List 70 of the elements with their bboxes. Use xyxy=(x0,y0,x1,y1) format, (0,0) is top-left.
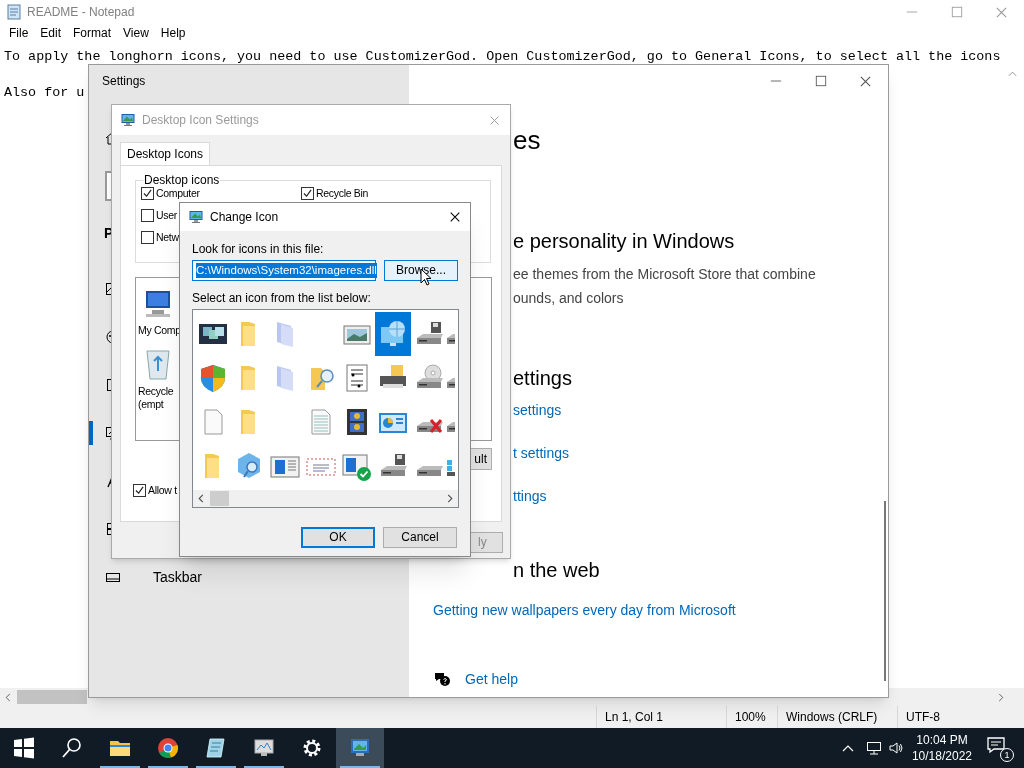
window-title: Settings xyxy=(102,73,146,90)
dialog-title: Desktop Icon Settings xyxy=(142,112,259,129)
ok-button[interactable]: OK xyxy=(301,527,375,548)
selected-icon-tile[interactable] xyxy=(375,312,411,356)
search-icon xyxy=(60,736,84,760)
menu-item[interactable]: File xyxy=(3,24,35,42)
clock-date: 10/18/2022 xyxy=(911,748,972,764)
field-label: Look for icons in this file: xyxy=(192,242,325,256)
scroll-left-icon xyxy=(5,692,11,702)
checkbox-label: Recycle Bin xyxy=(316,186,369,200)
dialog-title: Change Icon xyxy=(210,209,279,226)
notification-badge: 1 xyxy=(1000,748,1014,762)
section-heading: e personality in Windows xyxy=(513,230,735,252)
settings-link[interactable]: ttings xyxy=(513,488,547,504)
checkbox[interactable] xyxy=(141,230,154,244)
settings-link[interactable]: settings xyxy=(513,402,562,418)
help-icon xyxy=(433,671,451,687)
windows-icon xyxy=(12,736,36,760)
scroll-up-icon xyxy=(1008,71,1017,77)
field-label: Select an icon from the list below: xyxy=(192,291,372,305)
nav-item[interactable]: Taskbar xyxy=(153,566,203,588)
network-icon xyxy=(865,740,882,756)
notepad-icon xyxy=(204,736,228,760)
menu-item[interactable]: Edit xyxy=(34,24,68,42)
text-line: Also for u xyxy=(4,85,85,100)
cancel-button[interactable]: Cancel xyxy=(383,527,457,548)
help-link[interactable]: Get help xyxy=(465,669,518,689)
check-icon xyxy=(303,188,312,198)
icon-label: (empt xyxy=(138,398,164,411)
window-title: README - Notepad xyxy=(27,4,135,21)
checkbox[interactable] xyxy=(301,186,314,200)
checkbox-label: Netw xyxy=(156,230,179,244)
chevron-up-icon xyxy=(841,744,854,752)
check-icon xyxy=(143,188,152,198)
section-heading: ettings xyxy=(513,367,572,389)
icon-label: Recycle xyxy=(138,385,174,398)
chrome-icon xyxy=(156,736,180,760)
maximize-icon[interactable] xyxy=(814,75,827,87)
wallpaper-link[interactable]: Getting new wallpapers every day from Microsoft xyxy=(433,602,736,618)
checkbox[interactable] xyxy=(141,208,154,222)
settings-link[interactable]: t settings xyxy=(513,445,570,461)
checkbox-label: Allow t xyxy=(148,483,177,497)
file-path-field[interactable]: C:\Windows\System32\imageres.dll xyxy=(192,260,376,281)
menu-item[interactable]: View xyxy=(117,24,155,42)
volume-icon xyxy=(887,740,904,756)
description-text: ounds, and colors xyxy=(513,290,624,306)
scroll-right-icon xyxy=(998,692,1004,702)
notepad-icon xyxy=(6,4,22,20)
group-label: Desktop icons xyxy=(143,173,221,187)
tab[interactable]: Desktop Icons xyxy=(120,142,211,165)
close-icon[interactable] xyxy=(449,211,461,223)
scroll-left-icon xyxy=(198,494,204,503)
page-title: es xyxy=(513,125,541,155)
restore-default-button[interactable]: ult xyxy=(469,448,492,470)
scroll-right-icon xyxy=(447,494,453,503)
close-icon[interactable] xyxy=(859,74,872,88)
menu-item[interactable]: Format xyxy=(67,24,118,42)
menu-item[interactable]: Help xyxy=(154,24,192,42)
check-icon xyxy=(135,485,144,495)
checkbox[interactable] xyxy=(133,483,146,497)
section-heading: n the web xyxy=(513,559,600,581)
scrollbar-thumb[interactable] xyxy=(17,690,87,704)
checkbox-label: User xyxy=(156,208,177,222)
description-text: ee themes from the Microsoft Store that combine xyxy=(513,266,816,282)
notification-icon xyxy=(986,736,1006,754)
scrollbar[interactable] xyxy=(884,501,886,681)
clock-time: 10:04 PM xyxy=(916,732,968,748)
checkbox-label: Computer xyxy=(156,187,200,200)
scrollbar-thumb[interactable] xyxy=(210,491,229,506)
text-line: To apply the longhorn icons, you need to use CustomizerGod. Open CustomizerGod, go to General Icons, to select all the icons xyxy=(4,49,1001,64)
